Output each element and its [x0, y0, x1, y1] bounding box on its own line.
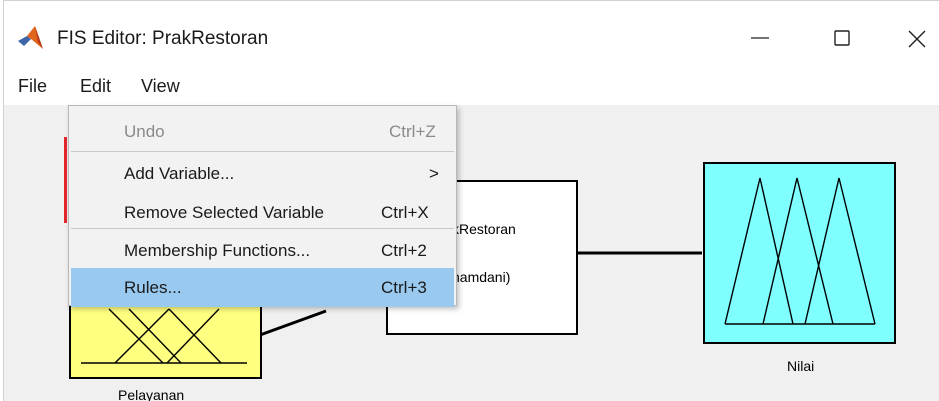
menu-item-shortcut: Ctrl+Z	[389, 122, 436, 141]
menu-item-membership-functions[interactable]: Membership Functions... Ctrl+2	[71, 231, 454, 270]
output-variable-block[interactable]	[703, 162, 896, 344]
submenu-arrow-icon: >	[429, 164, 439, 183]
close-button[interactable]	[894, 18, 939, 58]
menu-separator	[71, 151, 454, 152]
fis-editor-window: FIS Editor: PrakRestoran File Edit View	[3, 0, 939, 401]
menu-item-remove-selected-variable[interactable]: Remove Selected Variable Ctrl+X	[71, 193, 454, 232]
menu-item-undo[interactable]: Undo Ctrl+Z	[71, 112, 454, 151]
minimize-button[interactable]	[737, 18, 783, 58]
menu-item-add-variable[interactable]: Add Variable... >	[71, 154, 454, 193]
input-selection-marker	[64, 137, 67, 223]
menu-item-label: Membership Functions...	[124, 241, 311, 260]
fis-system-type: namdani)	[452, 269, 511, 285]
edit-menu-dropdown: Undo Ctrl+Z Add Variable... > Remove Sel…	[68, 105, 457, 307]
menu-separator	[71, 228, 454, 229]
menu-view[interactable]: View	[141, 68, 180, 105]
close-icon	[908, 30, 926, 48]
maximize-icon	[834, 30, 850, 46]
menu-item-rules[interactable]: Rules... Ctrl+3	[71, 268, 454, 307]
menu-item-shortcut: Ctrl+X	[381, 203, 429, 222]
window-title: FIS Editor: PrakRestoran	[57, 28, 269, 49]
output-variable-label: Nilai	[787, 358, 815, 374]
input-variable-block[interactable]	[69, 305, 262, 379]
menu-edit[interactable]: Edit	[80, 68, 111, 105]
menu-item-label: Rules...	[124, 278, 182, 297]
input-variable-label: Pelayanan	[118, 387, 185, 401]
output-membership-functions	[724, 177, 876, 325]
fis-system-name: kRestoran	[452, 221, 516, 237]
menu-item-label: Remove Selected Variable	[124, 203, 325, 222]
menu-bar: File Edit View	[4, 68, 939, 105]
minimize-icon	[751, 37, 769, 39]
title-bar[interactable]: FIS Editor: PrakRestoran	[4, 1, 939, 68]
menu-item-label: Undo	[124, 122, 165, 141]
matlab-icon	[18, 26, 43, 49]
menu-file[interactable]: File	[18, 68, 47, 105]
input-membership-functions	[81, 308, 247, 364]
menu-item-shortcut: Ctrl+2	[381, 241, 427, 260]
maximize-button[interactable]	[819, 18, 865, 58]
menu-item-shortcut: Ctrl+3	[381, 278, 427, 297]
menu-item-label: Add Variable...	[124, 164, 235, 183]
